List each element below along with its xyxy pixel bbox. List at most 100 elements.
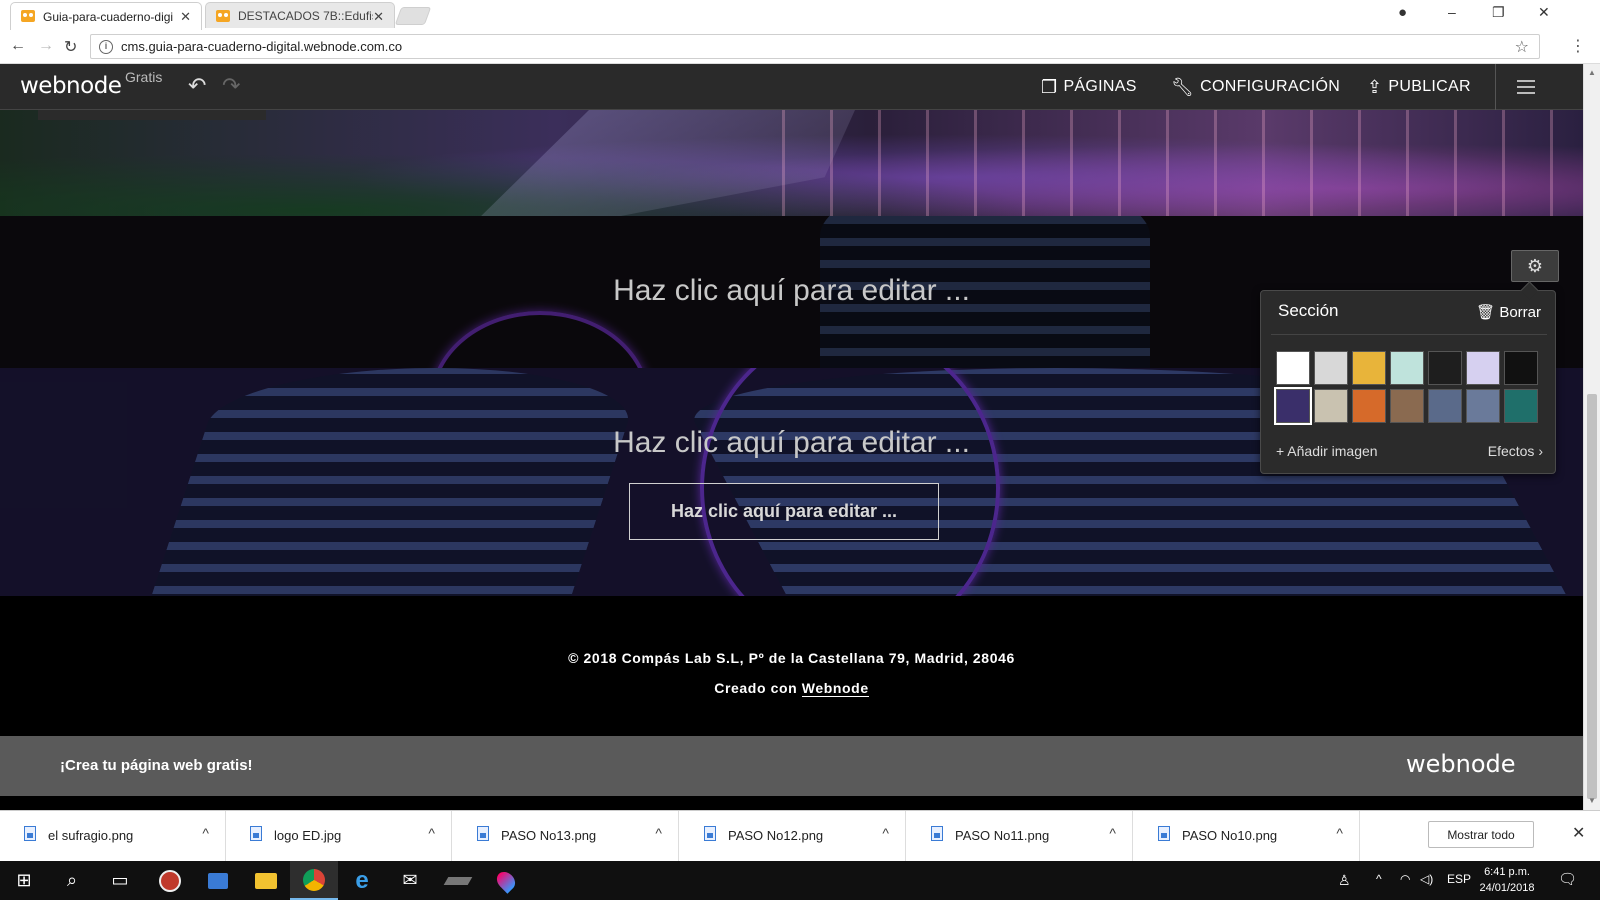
swatch-light-gray[interactable] xyxy=(1314,351,1348,385)
bookmark-star-icon[interactable]: ☆ xyxy=(1515,37,1529,57)
image-file-icon xyxy=(24,826,36,841)
add-image-link[interactable]: + Añadir imagen xyxy=(1276,443,1378,459)
water-reflections xyxy=(760,110,1580,222)
clock[interactable]: 6:41 p.m. 24/01/2018 xyxy=(1472,864,1542,896)
swatch-video-image[interactable] xyxy=(1466,389,1500,423)
hero-section[interactable] xyxy=(0,110,1583,222)
back-icon[interactable]: ← xyxy=(10,37,26,55)
footer-copyright: © 2018 Compás Lab S.L, Pº de la Castella… xyxy=(568,650,1015,666)
upload-icon: ⇪ xyxy=(1367,76,1383,97)
swatch-sketch-image[interactable] xyxy=(1314,389,1348,423)
tab-guia[interactable]: Guia-para-cuaderno-digi ✕ xyxy=(10,2,202,30)
tab-destacados[interactable]: DESTACADOS 7B::Edufisi ✕ xyxy=(205,2,395,28)
image-file-icon xyxy=(931,826,943,841)
wrench-icon: 🔧︎ xyxy=(1171,76,1195,97)
clock-time: 6:41 p.m. xyxy=(1484,866,1530,878)
swatch-yellow-texture[interactable] xyxy=(1352,351,1386,385)
chevron-up-icon[interactable]: ^ xyxy=(428,825,435,841)
webnode-link[interactable]: Webnode xyxy=(801,680,869,697)
new-tab-button[interactable] xyxy=(394,7,432,25)
section-settings-panel: Sección 🗑︎ Borrar + Añadir imagen Efecto… xyxy=(1260,290,1556,474)
swatch-white[interactable] xyxy=(1276,351,1310,385)
scroll-up-icon[interactable]: ▲ xyxy=(1588,68,1596,77)
close-window-button[interactable]: ✕ xyxy=(1538,4,1550,21)
network-app-icon[interactable] xyxy=(194,861,242,900)
show-all-downloads-button[interactable]: Mostrar todo xyxy=(1428,821,1534,848)
minimize-button[interactable]: – xyxy=(1448,4,1456,20)
swatch-mint-texture[interactable] xyxy=(1390,351,1424,385)
search-icon[interactable]: ⌕ xyxy=(48,861,96,900)
publish-button[interactable]: ⇪ PUBLICAR xyxy=(1367,64,1471,110)
section-settings-button[interactable]: ⚙ xyxy=(1511,250,1559,282)
scrollbar-thumb[interactable] xyxy=(1587,394,1597,799)
chevron-up-icon[interactable]: ^ xyxy=(1336,825,1343,841)
download-item[interactable]: PASO No10.png ^ xyxy=(1134,811,1360,862)
delete-label: Borrar xyxy=(1499,304,1541,321)
chevron-up-icon[interactable]: ^ xyxy=(1109,825,1116,841)
reload-icon[interactable]: ↻ xyxy=(64,37,77,57)
wifi-icon[interactable]: ◠ xyxy=(1400,872,1410,886)
editor-toolbar: webnode Gratis ↶ ↷ ❐ PÁGINAS 🔧︎ CONFIGUR… xyxy=(0,64,1583,110)
download-filename: PASO No11.png xyxy=(955,828,1050,843)
page-scrollbar[interactable]: ▲ ▼ xyxy=(1583,64,1600,810)
chevron-up-icon[interactable]: ^ xyxy=(202,825,209,841)
edge-icon[interactable]: e xyxy=(338,861,386,900)
download-item[interactable]: PASO No13.png ^ xyxy=(453,811,679,862)
download-filename: el sufragio.png xyxy=(48,828,134,843)
address-bar[interactable]: i cms.guia-para-cuaderno-digital.webnode… xyxy=(90,34,1540,59)
show-hidden-icons[interactable]: ^ xyxy=(1376,872,1382,886)
swatch-vintage-image[interactable] xyxy=(1390,389,1424,423)
language-indicator[interactable]: ESP xyxy=(1447,872,1471,886)
chevron-up-icon[interactable]: ^ xyxy=(655,825,662,841)
windows-start-icon[interactable]: ⊞ xyxy=(0,861,48,900)
swatch-lavender-gradient[interactable] xyxy=(1466,351,1500,385)
swatch-black-pattern[interactable] xyxy=(1504,351,1538,385)
close-downloads-icon[interactable]: ✕ xyxy=(1572,823,1585,843)
webnode-favicon-icon xyxy=(21,10,35,22)
account-icon[interactable]: ● xyxy=(1398,4,1407,21)
people-icon[interactable]: ♙ xyxy=(1338,872,1351,889)
mail-icon[interactable]: ✉ xyxy=(386,861,434,900)
swatch-city-night-image[interactable] xyxy=(1274,387,1312,425)
editable-button[interactable]: Haz clic aquí para editar ... xyxy=(629,483,939,540)
close-icon[interactable]: ✕ xyxy=(373,9,384,25)
task-view-icon[interactable]: ▭ xyxy=(96,861,144,900)
chevron-up-icon[interactable]: ^ xyxy=(882,825,889,841)
info-icon[interactable]: i xyxy=(99,39,113,54)
download-item[interactable]: PASO No11.png ^ xyxy=(907,811,1133,862)
download-filename: logo ED.jpg xyxy=(274,828,342,843)
promo-logo[interactable]: webnode xyxy=(1406,750,1516,778)
paint-app-icon[interactable] xyxy=(482,861,530,900)
effects-link[interactable]: Efectos › xyxy=(1488,443,1543,459)
promo-text[interactable]: ¡Crea tu página web gratis! xyxy=(60,757,253,774)
download-item[interactable]: PASO No12.png ^ xyxy=(680,811,906,862)
browser-menu-icon[interactable]: ⋮ xyxy=(1570,36,1586,56)
file-explorer-icon[interactable] xyxy=(242,861,290,900)
app-red-icon[interactable] xyxy=(146,861,194,900)
swatch-desk-image[interactable] xyxy=(1428,389,1462,423)
scroll-down-icon[interactable]: ▼ xyxy=(1588,796,1596,805)
volume-icon[interactable]: ◁) xyxy=(1420,872,1433,886)
swatch-food-image[interactable] xyxy=(1352,389,1386,423)
trash-icon: 🗑︎ xyxy=(1476,304,1496,321)
chrome-icon[interactable] xyxy=(290,861,338,900)
device-app-icon[interactable] xyxy=(434,861,482,900)
promo-bar[interactable]: ¡Crea tu página web gratis! webnode xyxy=(0,736,1583,796)
notifications-icon[interactable]: 🗨︎ xyxy=(1558,870,1577,888)
download-item[interactable]: logo ED.jpg ^ xyxy=(226,811,452,862)
forward-icon[interactable]: → xyxy=(38,37,54,55)
swatch-dark-grid[interactable] xyxy=(1428,351,1462,385)
plan-label: Gratis xyxy=(125,69,163,85)
download-item[interactable]: el sufragio.png ^ xyxy=(0,811,226,862)
maximize-button[interactable]: ❐ xyxy=(1492,4,1505,21)
hamburger-menu-icon[interactable] xyxy=(1495,64,1555,110)
configuration-button[interactable]: 🔧︎ CONFIGURACIÓN xyxy=(1171,64,1340,110)
publish-label: PUBLICAR xyxy=(1388,78,1471,95)
delete-section-button[interactable]: 🗑︎ Borrar xyxy=(1476,303,1541,321)
redo-icon[interactable]: ↷ xyxy=(222,73,240,99)
close-icon[interactable]: ✕ xyxy=(180,9,191,25)
undo-icon[interactable]: ↶ xyxy=(188,73,206,99)
webnode-favicon-icon xyxy=(216,10,230,22)
pages-button[interactable]: ❐ PÁGINAS xyxy=(1041,64,1137,110)
swatch-teal-video[interactable] xyxy=(1504,389,1538,423)
